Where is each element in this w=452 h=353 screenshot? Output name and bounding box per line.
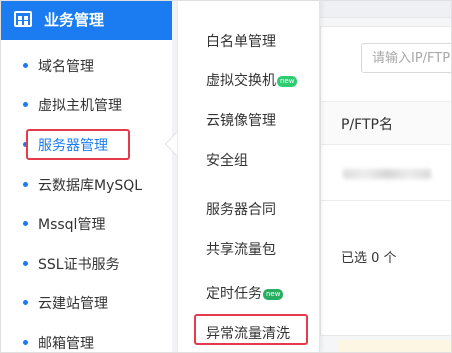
sidebar-item-label: 邮箱管理 <box>38 336 94 352</box>
sidebar-item-virtual-host[interactable]: 虚拟主机管理 <box>0 86 172 124</box>
submenu-item-label: 共享流量包 <box>206 242 276 258</box>
submenu-item-label: 虚拟交换机 new <box>206 70 298 90</box>
server-submenu: 白名单管理 虚拟交换机 new 云镜像管理 安全组 服务器合同 共享流量包 定时任… <box>177 0 320 353</box>
blurred-content <box>343 169 431 179</box>
sidebar-item-ssl[interactable]: SSL证书服务 <box>0 245 172 283</box>
sidebar-item-label: 虚拟主机管理 <box>38 98 122 114</box>
submenu-item-security-group[interactable]: 安全组 <box>178 141 321 179</box>
sidebar-item-mail[interactable]: 邮箱管理 <box>0 324 172 353</box>
submenu-item-whitelist[interactable]: 白名单管理 <box>178 22 321 60</box>
search-input[interactable] <box>362 44 452 72</box>
submenu-item-label: 云镜像管理 <box>206 113 276 129</box>
bullet-icon <box>23 182 28 187</box>
submenu-item-server-contract[interactable]: 服务器合同 <box>178 190 321 228</box>
sidebar-item-mysql[interactable]: 云数据库MySQL <box>0 166 172 204</box>
business-grid-icon <box>14 11 32 27</box>
sidebar-item-label: 云建站管理 <box>38 296 108 312</box>
submenu-item-cloud-image[interactable]: 云镜像管理 <box>178 101 321 139</box>
app-root: P/FTP名 已选 0 个 业务管理 域名管理 虚拟主机管理 服务器管理 <box>0 0 452 353</box>
sidebar-item-domain[interactable]: 域名管理 <box>0 47 172 85</box>
bullet-icon <box>23 261 28 266</box>
column-header-ip-ftp: P/FTP名 <box>341 117 393 133</box>
table-row[interactable] <box>321 145 452 201</box>
selection-status: 已选 0 个 <box>321 237 452 277</box>
submenu-item-scheduled-task[interactable]: 定时任务 new <box>178 274 321 312</box>
submenu-item-text: 定时任务 <box>206 286 262 302</box>
bullet-icon <box>23 221 28 226</box>
submenu-item-virtual-switch[interactable]: 虚拟交换机 new <box>178 61 321 99</box>
submenu-item-label: 白名单管理 <box>206 34 276 50</box>
bullet-icon <box>23 300 28 305</box>
highlight-box-traffic-cleaning <box>194 314 308 345</box>
sidebar-header[interactable]: 业务管理 <box>0 0 172 40</box>
new-badge: new <box>263 289 284 300</box>
table-header: P/FTP名 <box>321 101 452 145</box>
sidebar-item-label: 云数据库MySQL <box>38 178 143 194</box>
sidebar-item-mssql[interactable]: Mssql管理 <box>0 205 172 243</box>
main-content: P/FTP名 已选 0 个 <box>320 0 452 353</box>
highlight-box-server <box>26 129 130 160</box>
sidebar-item-label: 域名管理 <box>38 59 94 75</box>
submenu-item-label: 定时任务 new <box>206 283 284 303</box>
bullet-icon <box>23 340 28 345</box>
selected-count-text: 已选 0 个 <box>341 251 397 266</box>
new-badge: new <box>277 76 298 87</box>
sidebar-item-label: SSL证书服务 <box>38 257 120 273</box>
submenu-item-shared-traffic[interactable]: 共享流量包 <box>178 230 321 268</box>
sidebar-header-title: 业务管理 <box>44 11 105 29</box>
sidebar-item-label: Mssql管理 <box>38 217 106 233</box>
submenu-item-text: 虚拟交换机 <box>206 73 276 89</box>
sidebar: 业务管理 域名管理 虚拟主机管理 服务器管理 云数据库MySQL Mssql管理… <box>0 0 172 353</box>
submenu-item-label: 安全组 <box>206 153 248 169</box>
content-panel: P/FTP名 已选 0 个 <box>320 26 452 336</box>
bullet-icon <box>23 102 28 107</box>
submenu-item-label: 服务器合同 <box>206 202 276 218</box>
bullet-icon <box>23 63 28 68</box>
sidebar-item-site-builder[interactable]: 云建站管理 <box>0 284 172 322</box>
notice-strip <box>338 340 452 353</box>
top-bar <box>320 0 452 18</box>
search-field[interactable] <box>361 43 452 73</box>
